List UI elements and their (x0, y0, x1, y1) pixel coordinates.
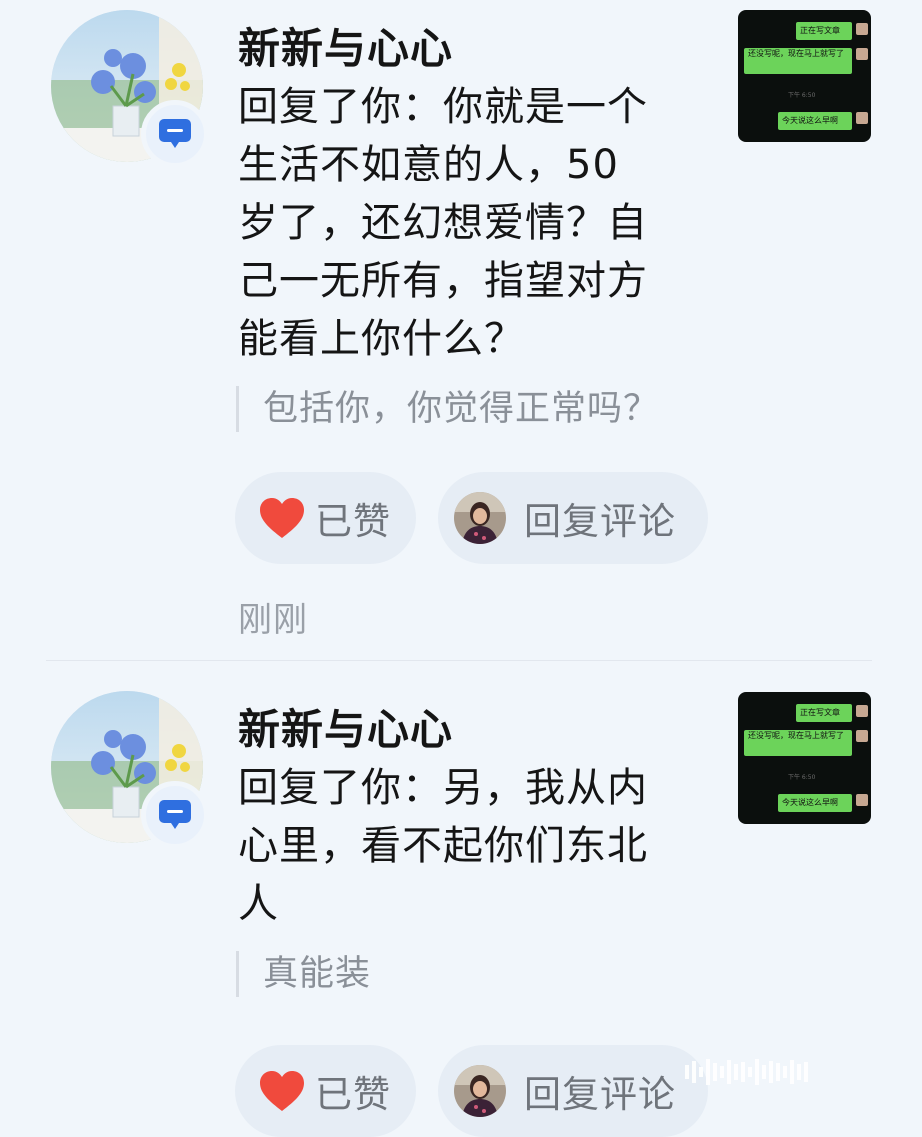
reply-text-line: 回复了你：你就是一个 (238, 84, 648, 130)
chat-bubble: 还没写呢，现在马上就写了 (744, 730, 852, 756)
action-row: 已赞 回复评论 (235, 1045, 708, 1137)
chat-bubble: 今天说这么早啊 (778, 112, 852, 130)
heart-icon (260, 1071, 304, 1111)
my-avatar (454, 1065, 506, 1117)
like-label: 已赞 (315, 1073, 391, 1116)
quoted-comment: 包括你，你觉得正常吗？ (236, 386, 708, 432)
my-avatar (454, 492, 506, 544)
username[interactable]: 新新与心心 (238, 701, 708, 759)
like-button[interactable]: 已赞 (235, 472, 416, 564)
reply-comment-button[interactable]: 回复评论 (438, 472, 708, 564)
reply-bubble-icon (141, 100, 209, 168)
quoted-comment: 真能装 (236, 951, 708, 997)
reply-comment-label: 回复评论 (524, 500, 676, 543)
chat-bubble: 还没写呢，现在马上就写了 (744, 48, 852, 74)
notification-content: 新新与心心 回复了你：你就是一个 生活不如意的人，50 岁了，还幻想爱情？自 己… (235, 20, 708, 641)
reply-text-line: 回复了你：另，我从内 (238, 765, 648, 811)
like-button[interactable]: 已赞 (235, 1045, 416, 1137)
chat-bubble: 正在写文章 (796, 704, 852, 722)
like-label: 已赞 (315, 500, 391, 543)
user-avatar[interactable] (51, 10, 209, 168)
action-row: 已赞 回复评论 (235, 472, 708, 564)
user-avatar[interactable] (51, 691, 209, 849)
chat-screenshot-thumbnail[interactable]: 正在写文章 还没写呢，现在马上就写了 下午 6:50 今天说这么早啊 (738, 692, 871, 824)
chat-screenshot-thumbnail[interactable]: 正在写文章 还没写呢，现在马上就写了 下午 6:50 今天说这么早啊 (738, 10, 871, 142)
notification-content: 新新与心心 回复了你：另，我从内 心里，看不起你们东北 人 真能装 已赞 回复评… (235, 701, 708, 1137)
timestamp: 刚刚 (238, 600, 308, 640)
reply-text-line: 心里，看不起你们东北 (238, 823, 648, 869)
reply-comment-button[interactable]: 回复评论 (438, 1045, 708, 1137)
notification-item[interactable]: 新新与心心 回复了你：另，我从内 心里，看不起你们东北 人 真能装 已赞 回复评… (0, 661, 922, 1137)
reply-text-line: 生活不如意的人，50 (238, 142, 619, 188)
username[interactable]: 新新与心心 (238, 20, 708, 78)
reply-bubble-icon (141, 781, 209, 849)
reply-text-line: 岁了，还幻想爱情？自 (238, 200, 648, 246)
chat-bubble: 正在写文章 (796, 22, 852, 40)
heart-icon (260, 498, 304, 538)
chat-bubble: 今天说这么早啊 (778, 794, 852, 812)
reply-text-line: 能看上你什么？ (238, 316, 525, 362)
reply-text-line: 己一无所有，指望对方 (238, 258, 648, 304)
chat-meta: 下午 6:50 (788, 774, 816, 781)
reply-comment-label: 回复评论 (524, 1073, 676, 1116)
chat-meta: 下午 6:50 (788, 92, 816, 99)
watermark (685, 1058, 915, 1086)
reply-text-line: 人 (238, 881, 279, 927)
notification-item[interactable]: 新新与心心 回复了你：你就是一个 生活不如意的人，50 岁了，还幻想爱情？自 己… (0, 0, 922, 660)
